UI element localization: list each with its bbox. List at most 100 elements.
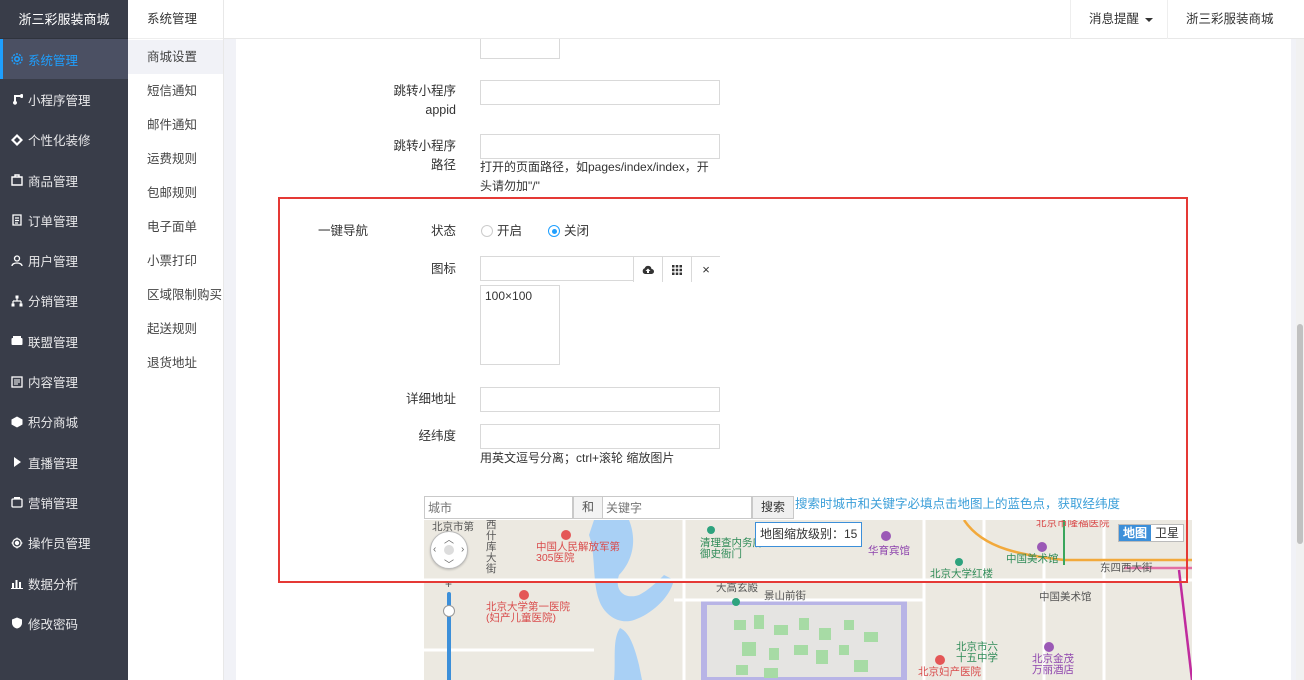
sub-sidebar-item[interactable]: 小票打印	[128, 244, 223, 278]
sidebar-item[interactable]: 订单管理	[0, 200, 128, 240]
icon-label: 图标	[430, 262, 456, 276]
live-icon	[10, 455, 24, 469]
sub-sidebar: 系统管理 商城设置 短信通知 邮件通知 运费规则 包邮规则 电子面单 小票打印 区域限制购买起…	[128, 0, 224, 680]
pan-control[interactable]: ︿ ﹀ ‹ ›	[430, 531, 468, 571]
search-button[interactable]: 搜索	[752, 496, 794, 519]
jump-appid-input[interactable]	[480, 80, 720, 105]
poi-label: 东四西大街	[1100, 562, 1153, 574]
satellite-type-button[interactable]: 卫星	[1151, 525, 1184, 541]
sub-sidebar-item[interactable]: 邮件通知	[128, 108, 223, 142]
keyword-input[interactable]	[602, 496, 752, 519]
sub-sidebar-item[interactable]: 运费规则	[128, 142, 223, 176]
distribution-icon	[10, 294, 24, 308]
sub-sidebar-item[interactable]: 退货地址	[128, 346, 223, 380]
sidebar-item[interactable]: 内容管理	[0, 361, 128, 401]
jump-path-label-line1: 跳转小程序	[393, 139, 456, 153]
decoration-icon	[10, 133, 24, 147]
sidebar-item[interactable]: 修改密码	[0, 603, 128, 643]
sub-sidebar-item[interactable]: 包邮规则	[128, 176, 223, 210]
order-icon	[10, 213, 24, 227]
jump-path-help-line2: 头请勿加"/"	[480, 179, 540, 193]
poi-label: 北京妇产医院	[918, 666, 981, 678]
sidebar-item[interactable]: 商品管理	[0, 160, 128, 200]
city-input[interactable]	[424, 496, 573, 519]
partial-input-top[interactable]	[480, 39, 560, 59]
miniapp-icon	[10, 92, 24, 106]
brand-title[interactable]: 浙三彩服装商城	[0, 0, 128, 39]
sidebar-item[interactable]: 用户管理	[0, 240, 128, 280]
pan-down-icon[interactable]: ﹀	[444, 556, 454, 571]
sidebar-item-label: 个性化装修	[28, 134, 91, 149]
poi-label: 中国人民解放军第305医院	[536, 541, 620, 564]
scrollbar-thumb[interactable]	[1297, 324, 1303, 544]
sidebar-item[interactable]: 直播管理	[0, 442, 128, 482]
goods-icon	[10, 173, 24, 187]
clear-button[interactable]: ×	[691, 257, 720, 282]
jump-appid-label-line1: 跳转小程序	[393, 84, 456, 98]
grid-select-button[interactable]	[662, 257, 691, 282]
sidebar-item-label: 操作员管理	[28, 537, 91, 552]
sub-sidebar-item[interactable]: 区域限制购买	[128, 278, 223, 312]
grid-icon	[672, 264, 682, 275]
zoom-in-icon[interactable]: +	[445, 578, 452, 590]
map-type-switch: 地图 卫星	[1118, 524, 1185, 542]
sub-sidebar-item[interactable]: 短信通知	[128, 74, 223, 108]
pan-right-icon[interactable]: ›	[461, 544, 464, 555]
status-on-label: 开启	[497, 224, 523, 238]
pan-left-icon[interactable]: ‹	[433, 544, 436, 555]
poi-label: 中国美术馆	[1039, 591, 1092, 603]
sidebar-item[interactable]: 积分商城	[0, 402, 128, 442]
sidebar-item[interactable]: 联盟管理	[0, 321, 128, 361]
poi-label: 北京大学第一医院(妇产儿童医院)	[486, 601, 570, 624]
sidebar-item-label: 订单管理	[28, 214, 79, 229]
sidebar-item[interactable]: 数据分析	[0, 563, 128, 603]
sidebar-nav: 系统管理 小程序管理个性化装修商品管理订单管理用户管理 分销管理联盟管理内容管理积分…	[0, 39, 128, 643]
zoom-handle[interactable]	[443, 605, 455, 617]
sidebar-item-label: 联盟管理	[28, 335, 79, 350]
close-icon: ×	[702, 262, 710, 277]
sidebar-item[interactable]: 营销管理	[0, 482, 128, 522]
jump-appid-label-line2: appid	[425, 103, 456, 117]
main-sidebar: 浙三彩服装商城 系统管理 小程序管理个性化装修商品管理订单管理用户管理 分销管理联盟…	[0, 0, 128, 680]
latlng-help: 用英文逗号分离；ctrl+滚轮 缩放图片	[480, 451, 675, 465]
sidebar-item[interactable]: 个性化装修	[0, 120, 128, 160]
sub-sidebar-item[interactable]: 电子面单	[128, 210, 223, 244]
sub-sidebar-item[interactable]: 起送规则	[128, 312, 223, 346]
sidebar-item[interactable]: 操作员管理	[0, 523, 128, 563]
sub-sidebar-item[interactable]: 商城设置	[128, 40, 223, 74]
pan-up-icon[interactable]: ︿	[444, 531, 454, 546]
sidebar-item[interactable]: 系统管理	[0, 39, 128, 80]
jump-appid-label: 跳转小程序 appid	[380, 82, 456, 120]
poi-label: 中国美术馆	[1006, 553, 1059, 565]
analytics-icon	[10, 576, 24, 590]
sidebar-item[interactable]: 分销管理	[0, 281, 128, 321]
cloud-upload-button[interactable]	[633, 257, 662, 282]
icon-size-hint: 100×100	[485, 289, 533, 303]
map-type-button[interactable]: 地图	[1119, 525, 1152, 541]
caret-down-icon	[1145, 17, 1154, 22]
gear-icon	[10, 52, 24, 66]
sidebar-item[interactable]: 小程序管理	[0, 79, 128, 119]
sub-sidebar-list: 商城设置 短信通知 邮件通知 运费规则 包邮规则 电子面单 小票打印 区域限制购买 起送规则 退货…	[128, 39, 223, 380]
page-scrollbar[interactable]	[1296, 39, 1304, 680]
latlng-input[interactable]	[480, 424, 720, 449]
sidebar-item-label: 商品管理	[28, 174, 79, 189]
zoom-slider[interactable]: +	[443, 578, 455, 680]
messages-dropdown[interactable]: 消息提醒	[1070, 0, 1171, 39]
address-label: 详细地址	[405, 392, 456, 406]
marketing-icon	[10, 495, 24, 509]
status-radio-off[interactable]: 关闭	[548, 222, 589, 241]
status-off-label: 关闭	[564, 224, 590, 238]
shop-dropdown[interactable]: 浙三彩服装商城	[1167, 0, 1304, 61]
icon-preview[interactable]: 100×100	[480, 285, 560, 365]
jump-path-input[interactable]	[480, 134, 720, 159]
status-radio-on[interactable]: 开启	[481, 222, 522, 241]
map-view[interactable]: 北京市第 西什库大街 中国人民解放军第305医院 清理查内务府御史衙门 北京市隆…	[424, 520, 1192, 680]
jump-path-label: 跳转小程序 路径	[380, 137, 456, 175]
password-icon	[10, 616, 24, 630]
pan-center-icon	[444, 545, 454, 555]
address-input[interactable]	[480, 387, 720, 412]
sidebar-item-label: 内容管理	[28, 376, 79, 391]
poi-label: 北京市隆福医院	[1036, 520, 1110, 529]
poi-label: 北京金茂万丽酒店	[1032, 653, 1074, 676]
